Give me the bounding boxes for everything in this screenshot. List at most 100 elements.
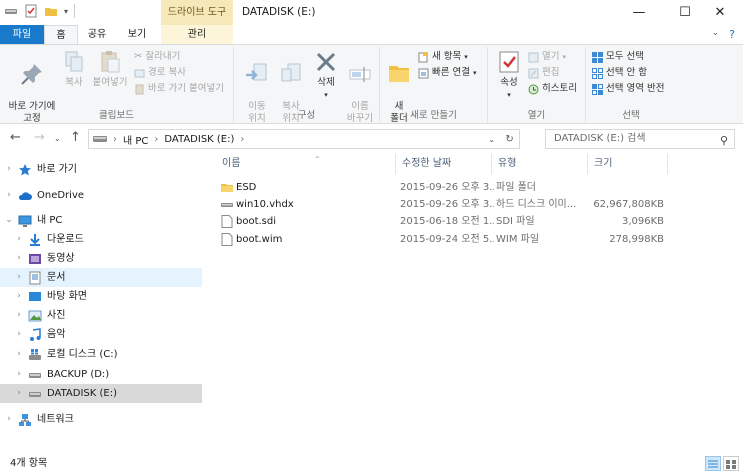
downloads-icon: [30, 233, 40, 246]
nav-item-backup-d[interactable]: › BACKUP (D:): [0, 365, 202, 384]
column-header-date[interactable]: 수정한 날짜: [396, 154, 492, 174]
chevron-right-icon[interactable]: ›: [14, 230, 24, 249]
group-new-label: 새로 만들기: [410, 110, 457, 121]
recent-locations-icon[interactable]: ⌄: [54, 134, 61, 143]
music-icon: [30, 327, 41, 341]
minimize-icon: —: [632, 5, 646, 20]
close-button[interactable]: ✕: [697, 0, 743, 25]
properties-button[interactable]: 속성 ▾: [494, 49, 524, 101]
cloud-icon: [18, 191, 32, 200]
easy-access-icon: [418, 68, 429, 78]
nav-item-quick-access[interactable]: › 바로 가기: [0, 160, 202, 179]
column-header-size[interactable]: 크기: [588, 154, 668, 174]
nav-item-music[interactable]: › 음악: [0, 325, 202, 344]
chevron-right-icon[interactable]: ›: [14, 325, 24, 344]
paste-button[interactable]: 붙여넣기: [90, 49, 130, 89]
minimize-button[interactable]: —: [616, 0, 662, 25]
select-none-button[interactable]: 선택 안 함: [592, 66, 647, 80]
table-row[interactable]: boot.sdi 2015-06-18 오전 1... SDI 파일 3,096…: [216, 213, 676, 230]
tab-manage[interactable]: 관리: [161, 25, 233, 45]
nav-item-downloads[interactable]: › 다운로드: [0, 230, 202, 249]
tab-share[interactable]: 공유: [80, 25, 114, 45]
dropdown-icon: ▾: [562, 53, 566, 61]
move-to-icon: [246, 63, 267, 81]
paste-shortcut-button[interactable]: 바로 가기 붙여넣기: [134, 82, 224, 96]
tab-home[interactable]: 홈: [44, 25, 78, 45]
up-arrow-icon[interactable]: ↑: [70, 130, 81, 145]
invert-selection-button[interactable]: 선택 영역 반전: [592, 82, 664, 96]
file-type: SDI 파일: [496, 216, 535, 227]
new-folder-icon[interactable]: [44, 4, 58, 18]
sort-ascending-icon: ⌃: [314, 155, 321, 164]
address-dropdown-icon[interactable]: ⌄: [488, 135, 495, 144]
properties-icon: [499, 51, 519, 73]
address-bar[interactable]: › 내 PC › DATADISK (E:) › ⌄ ↻: [88, 129, 520, 149]
qat-dropdown-icon[interactable]: ▾: [64, 7, 68, 16]
chevron-right-icon[interactable]: ›: [14, 345, 24, 364]
chevron-down-icon[interactable]: ⌄: [712, 28, 720, 41]
windows-drive-icon: [29, 348, 41, 360]
history-button[interactable]: 히스토리: [528, 82, 577, 96]
copy-path-button[interactable]: 경로 복사: [134, 66, 186, 80]
table-row[interactable]: win10.vhdx 2015-09-26 오후 3... 하드 디스크 이미.…: [216, 196, 676, 213]
nav-item-datadisk-e[interactable]: › DATADISK (E:): [0, 384, 202, 403]
network-icon: [19, 413, 31, 426]
edit-button[interactable]: 편집: [528, 66, 559, 80]
chevron-right-icon[interactable]: ›: [14, 287, 24, 306]
select-all-button[interactable]: 모두 선택: [592, 50, 644, 64]
nav-item-local-disk-c[interactable]: › 로컬 디스크 (C:): [0, 345, 202, 364]
edit-icon: [528, 68, 539, 78]
delete-button[interactable]: 삭제 ▾: [310, 49, 342, 101]
search-input[interactable]: DATADISK (E:) 검색 ⚲: [545, 129, 735, 149]
delete-dropdown-icon: ▾: [324, 91, 328, 99]
nav-item-network[interactable]: › 네트워크: [0, 410, 202, 429]
nav-item-videos[interactable]: › 동영상: [0, 249, 202, 268]
help-icon[interactable]: ?: [729, 28, 735, 41]
large-icons-view-button[interactable]: [723, 456, 739, 471]
forward-arrow-icon[interactable]: →: [34, 130, 45, 145]
breadcrumb-current[interactable]: DATADISK (E:): [164, 134, 234, 145]
properties-check-icon[interactable]: [24, 4, 38, 18]
easy-access-button[interactable]: 빠른 연결 ▾: [418, 66, 477, 80]
column-header-name[interactable]: 이름 ⌃: [216, 154, 396, 174]
back-arrow-icon[interactable]: ←: [10, 130, 21, 145]
tab-view[interactable]: 보기: [120, 25, 154, 45]
breadcrumb-my-pc[interactable]: 내 PC: [123, 132, 148, 147]
open-button[interactable]: 열기 ▾: [528, 50, 566, 64]
select-none-icon: [592, 67, 603, 79]
tab-file[interactable]: 파일: [0, 25, 44, 45]
copy-button[interactable]: 복사: [60, 49, 88, 89]
table-row[interactable]: boot.wim 2015-09-24 오전 5... WIM 파일 278,9…: [216, 231, 676, 248]
nav-item-onedrive[interactable]: › OneDrive: [0, 186, 202, 205]
chevron-right-icon[interactable]: ›: [14, 249, 24, 268]
folder-icon: [389, 66, 409, 82]
chevron-right-icon[interactable]: ›: [4, 186, 14, 205]
dropdown-icon: ▾: [464, 53, 468, 61]
nav-item-this-pc[interactable]: ⌄ 내 PC: [0, 211, 202, 230]
chevron-right-icon[interactable]: ›: [4, 410, 14, 429]
scissors-icon: ✂: [134, 51, 143, 62]
chevron-right-icon[interactable]: ›: [14, 365, 24, 384]
file-size: 278,998KB: [609, 234, 664, 245]
vhd-icon: [221, 203, 233, 207]
group-open: 속성 ▾ 열기 ▾ 편집 히스토리 열기: [488, 47, 586, 123]
nav-item-pictures[interactable]: › 사진: [0, 306, 202, 325]
new-item-button[interactable]: 새 항목 ▾: [418, 50, 468, 64]
item-count: 4개 항목: [10, 458, 48, 469]
chevron-right-icon[interactable]: ›: [14, 268, 24, 287]
refresh-icon[interactable]: ↻: [505, 134, 513, 145]
nav-item-desktop[interactable]: › 바탕 화면: [0, 287, 202, 306]
drive-icon: [29, 372, 41, 378]
chevron-right-icon[interactable]: ›: [14, 384, 24, 403]
drive-icon[interactable]: [4, 4, 18, 18]
details-view-button[interactable]: [705, 456, 721, 471]
computer-icon: [18, 215, 32, 227]
chevron-down-icon[interactable]: ⌄: [4, 211, 14, 230]
nav-item-documents[interactable]: › 문서: [0, 268, 202, 287]
column-header-type[interactable]: 유형: [492, 154, 588, 174]
table-row[interactable]: ESD 2015-09-26 오후 3... 파일 폴더: [216, 179, 676, 196]
cut-button[interactable]: ✂ 잘라내기: [134, 50, 180, 64]
chevron-right-icon[interactable]: ›: [4, 160, 14, 179]
delete-x-icon: [316, 52, 336, 72]
chevron-right-icon[interactable]: ›: [14, 306, 24, 325]
